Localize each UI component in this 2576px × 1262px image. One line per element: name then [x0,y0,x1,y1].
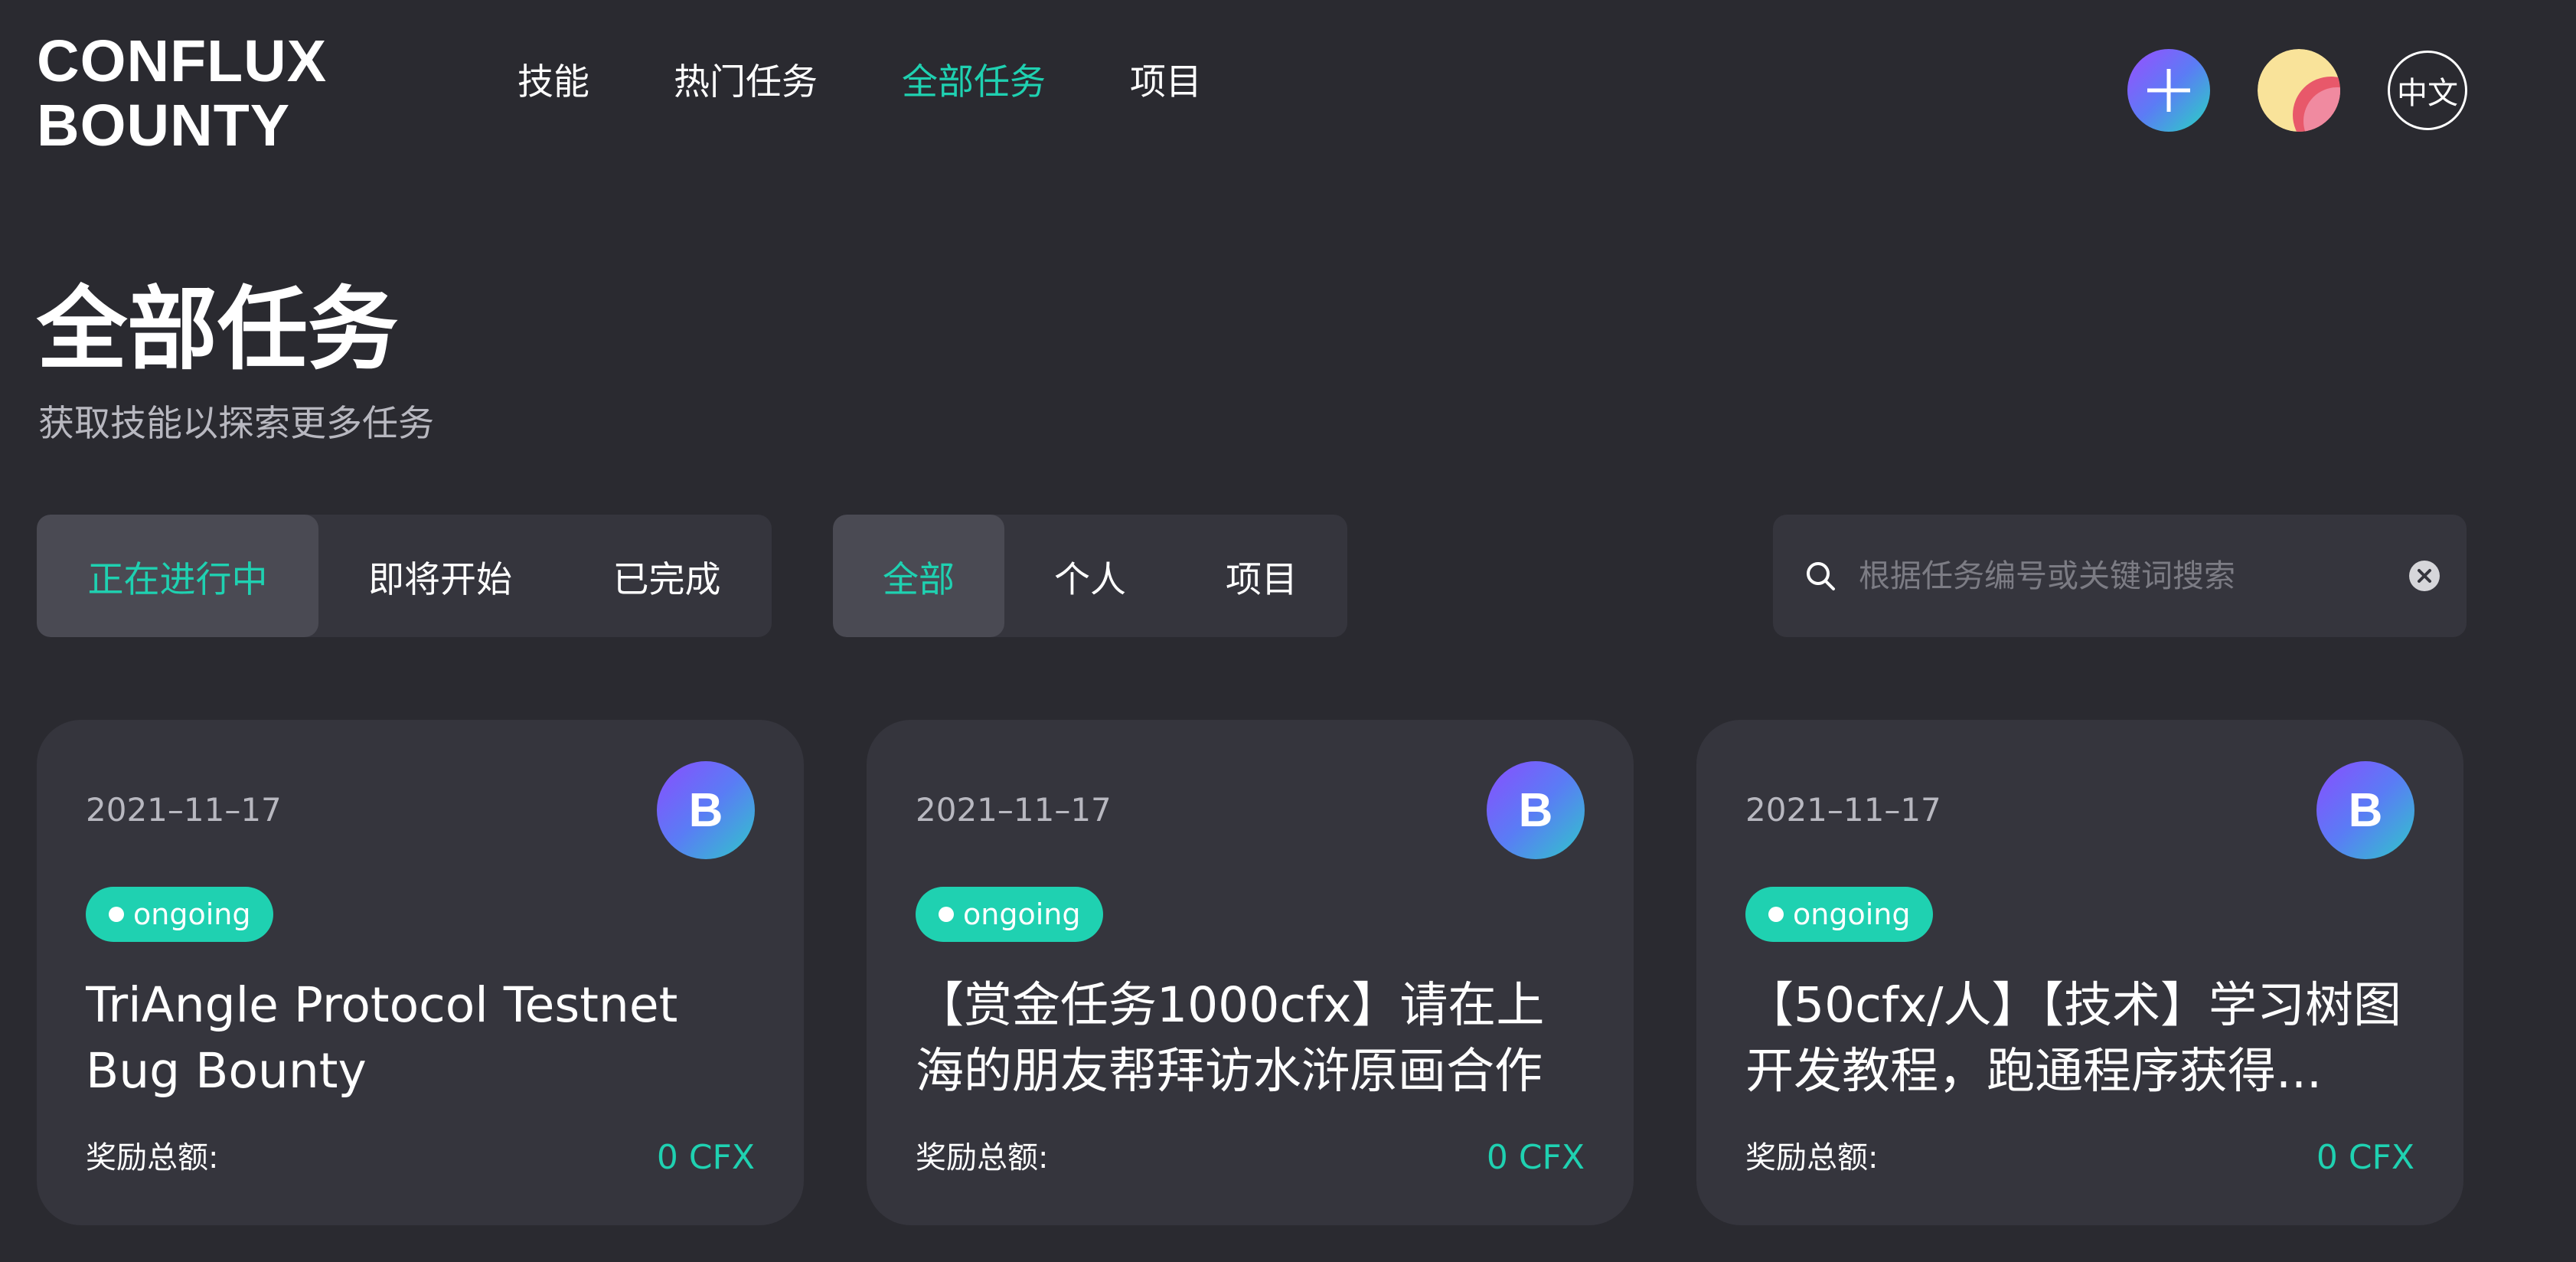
user-avatar[interactable] [2258,49,2340,132]
reward-label: 奖励总额: [916,1140,1049,1175]
main-nav: 技能 热门任务 全部任务 项目 [517,58,1286,107]
status-dot-icon [109,907,124,922]
search-box [1773,515,2467,637]
task-title: TriAngle Protocol Testnet Bug Bounty [86,977,678,1099]
task-card-list: 2021–11–17 B ongoing TriAngle Protocol T… [37,720,2463,1225]
search-input[interactable] [1857,557,2408,595]
clear-icon[interactable] [2408,560,2441,592]
task-card[interactable]: 2021–11–17 B ongoing TriAngle Protocol T… [37,720,804,1225]
page-subtitle: 获取技能以探索更多任务 [38,403,434,445]
bounty-badge-icon: B [657,761,755,859]
status-dot-icon [939,907,954,922]
nav-item-all-tasks[interactable]: 全部任务 [902,58,1046,107]
header-actions: 中文 [2127,49,2467,132]
brand-logo[interactable]: CONFLUX BOUNTY [37,29,327,158]
brand-line-1: CONFLUX [37,28,328,94]
status-tab-ongoing[interactable]: 正在进行中 [37,515,318,637]
type-tab-all[interactable]: 全部 [833,515,1004,637]
reward-value: 0 CFX [656,1138,755,1177]
language-switch-button[interactable]: 中文 [2388,51,2467,130]
reward-value: 0 CFX [2316,1138,2414,1177]
status-badge: ongoing [86,887,274,942]
nav-item-hot-tasks[interactable]: 热门任务 [674,58,818,107]
type-tab-personal[interactable]: 个人 [1004,515,1176,637]
bounty-badge-icon: B [2316,761,2414,859]
status-tab-completed[interactable]: 已完成 [562,515,772,637]
brand-line-2: BOUNTY [37,93,291,159]
reward-value: 0 CFX [1486,1138,1585,1177]
task-date: 2021–11–17 [1745,791,1941,829]
status-tab-upcoming[interactable]: 即将开始 [318,515,562,637]
status-label: ongoing [963,897,1081,931]
status-badge: ongoing [1745,887,1934,942]
page: CONFLUX BOUNTY 技能 热门任务 全部任务 项目 中文 全部任务 获… [0,0,2576,1262]
avatar-icon [2258,49,2340,132]
status-dot-icon [1768,907,1784,922]
task-title: 【赏金任务1000cfx】请在上海的朋友帮拜访水浒原画合作 [916,977,1545,1099]
status-badge: ongoing [916,887,1104,942]
reward-label: 奖励总额: [1745,1140,1879,1175]
reward-label: 奖励总额: [86,1140,219,1175]
type-filter: 全部 个人 项目 [833,515,1347,637]
task-date: 2021–11–17 [86,791,282,829]
task-date: 2021–11–17 [916,791,1112,829]
type-tab-project[interactable]: 项目 [1176,515,1347,637]
search-icon [1807,562,1835,590]
status-label: ongoing [1793,897,1911,931]
create-task-button[interactable] [2127,49,2210,132]
status-label: ongoing [133,897,251,931]
status-filter: 正在进行中 即将开始 已完成 [37,515,772,637]
task-title: 【50cfx/人】【技术】学习树图开发教程，跑通程序获得... [1745,977,2401,1099]
nav-item-projects[interactable]: 项目 [1130,58,1202,107]
task-card[interactable]: 2021–11–17 B ongoing 【50cfx/人】【技术】学习树图开发… [1696,720,2463,1225]
nav-item-skills[interactable]: 技能 [517,58,589,107]
task-card[interactable]: 2021–11–17 B ongoing 【赏金任务1000cfx】请在上海的朋… [867,720,1634,1225]
bounty-badge-icon: B [1487,761,1585,859]
page-title: 全部任务 [37,276,399,382]
